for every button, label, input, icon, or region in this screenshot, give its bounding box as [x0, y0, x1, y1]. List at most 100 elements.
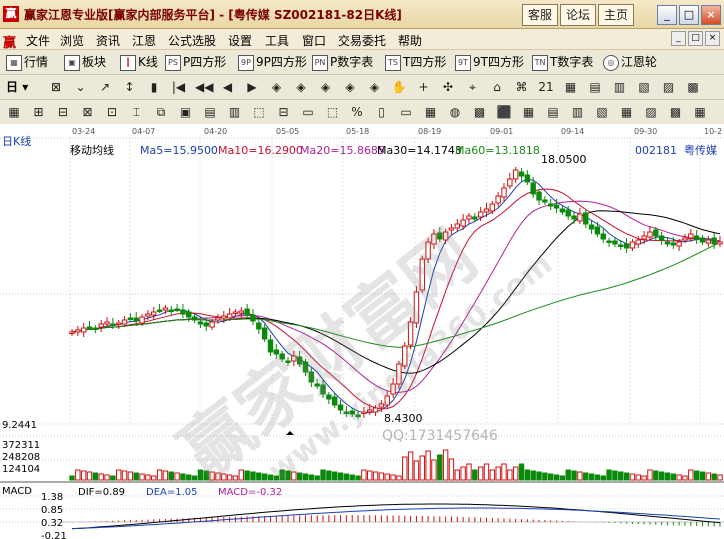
- draw-tool-21[interactable]: ▦: [521, 104, 537, 120]
- draw-tool-14[interactable]: %: [349, 104, 365, 120]
- menu-info[interactable]: 资讯: [96, 32, 120, 49]
- menu-formula-select[interactable]: 公式选股: [168, 32, 216, 49]
- chart-tool-22[interactable]: ▤: [587, 79, 603, 95]
- draw-tool-28[interactable]: ▦: [692, 104, 708, 120]
- chart-tool-7[interactable]: ◀: [220, 79, 236, 95]
- mdi-close-button[interactable]: ×: [705, 31, 720, 46]
- homepage-button[interactable]: 主页: [598, 4, 634, 26]
- chart-tool-18[interactable]: ⌂: [489, 79, 505, 95]
- toolbar-9p-square[interactable]: 9P 9P四方形: [238, 53, 307, 71]
- toolbar-gann-wheel[interactable]: ◎ 江恩轮: [603, 53, 657, 71]
- chart-tool-1[interactable]: ⌄: [73, 79, 89, 95]
- draw-tool-15[interactable]: ▯: [374, 104, 390, 120]
- draw-tool-20[interactable]: ⬛: [496, 104, 512, 120]
- volume-bar: [343, 473, 350, 481]
- volume-bar: [419, 455, 425, 481]
- menu-browse[interactable]: 浏览: [60, 32, 84, 49]
- draw-tool-6[interactable]: ⧉: [153, 104, 169, 120]
- draw-tool-25[interactable]: ▦: [619, 104, 635, 120]
- menu-trade[interactable]: 交易委托: [338, 32, 386, 49]
- chart-tool-10[interactable]: ◈: [293, 79, 309, 95]
- volume-bar: [460, 466, 466, 481]
- draw-tool-12[interactable]: ▭: [300, 104, 316, 120]
- draw-tool-11[interactable]: ⊟: [276, 104, 292, 120]
- toolbar-t-square[interactable]: TS T四方形: [385, 53, 446, 71]
- chart-tool-2[interactable]: ↗: [97, 79, 113, 95]
- chart-tool-14[interactable]: ✋: [391, 79, 407, 95]
- toolbar-sectors[interactable]: ▣ 板块: [64, 53, 106, 71]
- draw-tool-0[interactable]: ▦: [6, 104, 22, 120]
- chart-tool-8[interactable]: ▶: [244, 79, 260, 95]
- chart-tool-19[interactable]: ⌘: [514, 79, 530, 95]
- draw-tool-22[interactable]: ▤: [545, 104, 561, 120]
- toolbar-p-number[interactable]: PN P数字表: [312, 53, 373, 71]
- chart-tool-12[interactable]: ◈: [342, 79, 358, 95]
- chart-tool-17[interactable]: ⌖: [465, 79, 481, 95]
- candle-body: [606, 240, 612, 243]
- chart-tool-13[interactable]: ◈: [367, 79, 383, 95]
- app-logo-icon: 赢: [3, 6, 19, 22]
- blocks-icon: ▣: [64, 54, 80, 71]
- draw-tool-10[interactable]: ⬚: [251, 104, 267, 120]
- volume-bar: [442, 449, 449, 481]
- minimize-button[interactable]: _: [657, 5, 677, 25]
- chart-tool-25[interactable]: ▨: [661, 79, 677, 95]
- chart-tool-15[interactable]: +: [416, 79, 432, 95]
- chart-tool-11[interactable]: ◈: [318, 79, 334, 95]
- chart-tool-16[interactable]: ✣: [440, 79, 456, 95]
- draw-tool-7[interactable]: ▣: [178, 104, 194, 120]
- menu-tools[interactable]: 工具: [265, 32, 289, 49]
- chart-tool-6[interactable]: ◀◀: [195, 79, 213, 95]
- draw-tool-18[interactable]: ◍: [447, 104, 463, 120]
- menu-help[interactable]: 帮助: [398, 32, 422, 49]
- draw-tool-5[interactable]: ⌶: [129, 104, 145, 120]
- menu-window[interactable]: 窗口: [302, 32, 326, 49]
- period-selector[interactable]: 日 ▾: [6, 78, 28, 96]
- customer-service-button[interactable]: 客服: [522, 4, 558, 26]
- chart-tool-4[interactable]: ▮: [146, 79, 162, 95]
- draw-tool-13[interactable]: ⬚: [325, 104, 341, 120]
- close-button[interactable]: ×: [701, 5, 721, 25]
- mdi-restore-button[interactable]: □: [688, 31, 703, 46]
- menu-gann[interactable]: 江恩: [132, 32, 156, 49]
- volume-bar: [86, 471, 93, 481]
- draw-tool-23[interactable]: ▥: [570, 104, 586, 120]
- forum-button[interactable]: 论坛: [560, 4, 596, 26]
- chart-tool-3[interactable]: ↕: [122, 79, 138, 95]
- draw-tool-9[interactable]: ▥: [227, 104, 243, 120]
- draw-tool-17[interactable]: ▦: [423, 104, 439, 120]
- candle-body: [168, 309, 174, 312]
- chart-tool-24[interactable]: ▧: [636, 79, 652, 95]
- maximize-button[interactable]: □: [679, 5, 699, 25]
- chart-tool-23[interactable]: ▥: [612, 79, 628, 95]
- draw-tool-16[interactable]: ▭: [398, 104, 414, 120]
- mdi-minimize-button[interactable]: _: [671, 31, 686, 46]
- draw-tool-26[interactable]: ▨: [643, 104, 659, 120]
- draw-tool-4[interactable]: ⊡: [104, 104, 120, 120]
- chart-tool-9[interactable]: ◈: [269, 79, 285, 95]
- volume-bar: [536, 471, 542, 481]
- menu-file[interactable]: 文件: [26, 32, 50, 49]
- toolbar-9t-square[interactable]: 9T 9T四方形: [455, 53, 524, 71]
- kline-chart[interactable]: 03-24 04-07 04-20 05-05 05-18 08-19 09-0…: [0, 124, 724, 539]
- draw-tool-8[interactable]: ▤: [202, 104, 218, 120]
- chart-tool-20[interactable]: 21: [538, 79, 554, 95]
- candle-body: [682, 237, 688, 241]
- chart-tool-26[interactable]: ▩: [685, 79, 701, 95]
- chart-tool-5[interactable]: |◀: [171, 79, 187, 95]
- menu-settings[interactable]: 设置: [228, 32, 252, 49]
- 9t-icon: 9T: [455, 54, 471, 71]
- toolbar-kline[interactable]: ┃ K线: [120, 53, 158, 71]
- macd-axis-label: 1.38: [41, 492, 63, 503]
- draw-tool-1[interactable]: ⊞: [31, 104, 47, 120]
- draw-tool-19[interactable]: ▩: [472, 104, 488, 120]
- draw-tool-24[interactable]: ▧: [594, 104, 610, 120]
- chart-tool-21[interactable]: ▦: [563, 79, 579, 95]
- toolbar-t-number[interactable]: TN T数字表: [532, 53, 593, 71]
- draw-tool-27[interactable]: ▩: [668, 104, 684, 120]
- toolbar-quotes[interactable]: ▦ 行情: [6, 53, 48, 71]
- chart-tool-0[interactable]: ⊠: [48, 79, 64, 95]
- toolbar-p-square[interactable]: PS P四方形: [165, 53, 226, 71]
- draw-tool-3[interactable]: ⊠: [80, 104, 96, 120]
- draw-tool-2[interactable]: ⊟: [55, 104, 71, 120]
